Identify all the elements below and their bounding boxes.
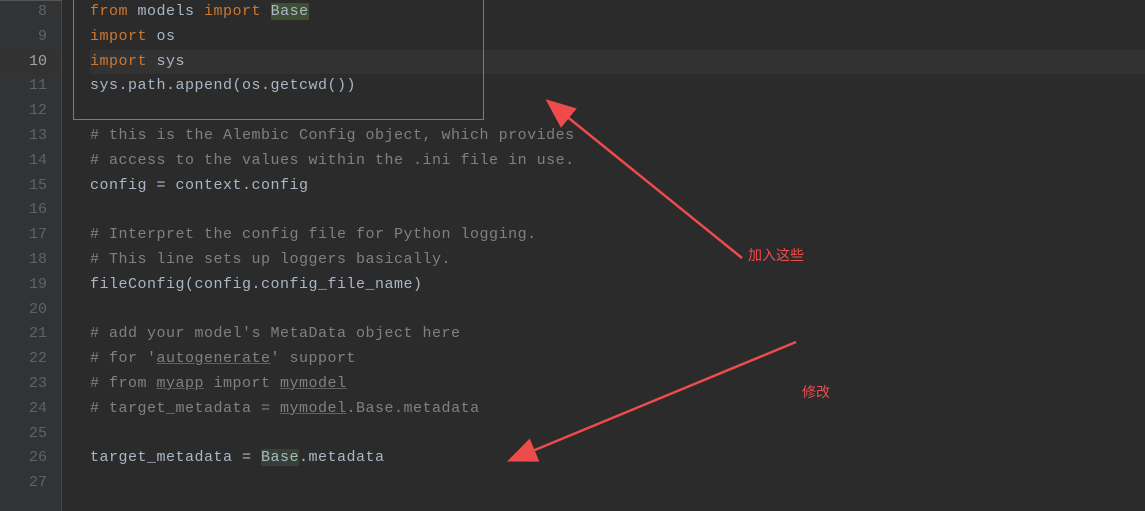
code-row[interactable]: import os [90,25,1145,50]
code-editor[interactable]: 8 9 10 ⊖ 11 12 13⊖ 14 15 16 17 18 19 20 … [0,0,1145,511]
gutter-row: 15 [0,174,57,199]
gutter-row: 22 [0,347,57,372]
gutter-row: 11 [0,74,57,99]
code-row[interactable]: # Interpret the config file for Python l… [90,223,1145,248]
gutter-row: 12 [0,99,57,124]
code-row[interactable]: from models import Base [90,0,1145,25]
gutter-row: 24 [0,397,57,422]
annotation-label-modify: 修改 [802,382,830,402]
annotation-label-add: 加入这些 [748,245,804,265]
code-row[interactable]: # for 'autogenerate' support [90,347,1145,372]
gutter-row: 23 [0,372,57,397]
highlight-base: Base [271,3,309,20]
gutter-row: 26 [0,446,57,471]
code-row[interactable]: target_metadata = Base.metadata [90,446,1145,471]
gutter-row: 9 [0,25,57,50]
code-row[interactable]: # This line sets up loggers basically. [90,248,1145,273]
code-row[interactable] [90,471,1145,496]
gutter-row: 18 [0,248,57,273]
gutter-row: 27 [0,471,57,496]
gutter-row: 25 [0,422,57,447]
line-number-gutter: 8 9 10 ⊖ 11 12 13⊖ 14 15 16 17 18 19 20 … [0,0,62,511]
gutter-row: 20 [0,298,57,323]
highlight-base: Base [261,449,299,466]
gutter-row: 8 [0,0,57,25]
gutter-row: 13⊖ [0,124,57,149]
code-row[interactable] [90,99,1145,124]
gutter-row: 17 [0,223,57,248]
code-row[interactable]: sys.path.append(os.getcwd()) [90,74,1145,99]
code-row[interactable]: # from myapp import mymodel [90,372,1145,397]
gutter-row-current: 10 ⊖ [0,50,57,75]
gutter-row: 19 [0,273,57,298]
gutter-row: 16 [0,198,57,223]
code-area[interactable]: from models import Base import os import… [62,0,1145,511]
code-row[interactable] [90,298,1145,323]
code-row[interactable] [90,422,1145,447]
gutter-row: 14 [0,149,57,174]
gutter-row: 21⊖ [0,322,57,347]
code-row[interactable]: # access to the values within the .ini f… [90,149,1145,174]
code-row[interactable]: fileConfig(config.config_file_name) [90,273,1145,298]
code-row[interactable]: config = context.config [90,174,1145,199]
code-row[interactable]: # add your model's MetaData object here [90,322,1145,347]
code-row-current[interactable]: import sys [90,50,1145,75]
code-row[interactable] [90,198,1145,223]
code-row[interactable]: # target_metadata = mymodel.Base.metadat… [90,397,1145,422]
code-row[interactable]: # this is the Alembic Config object, whi… [90,124,1145,149]
